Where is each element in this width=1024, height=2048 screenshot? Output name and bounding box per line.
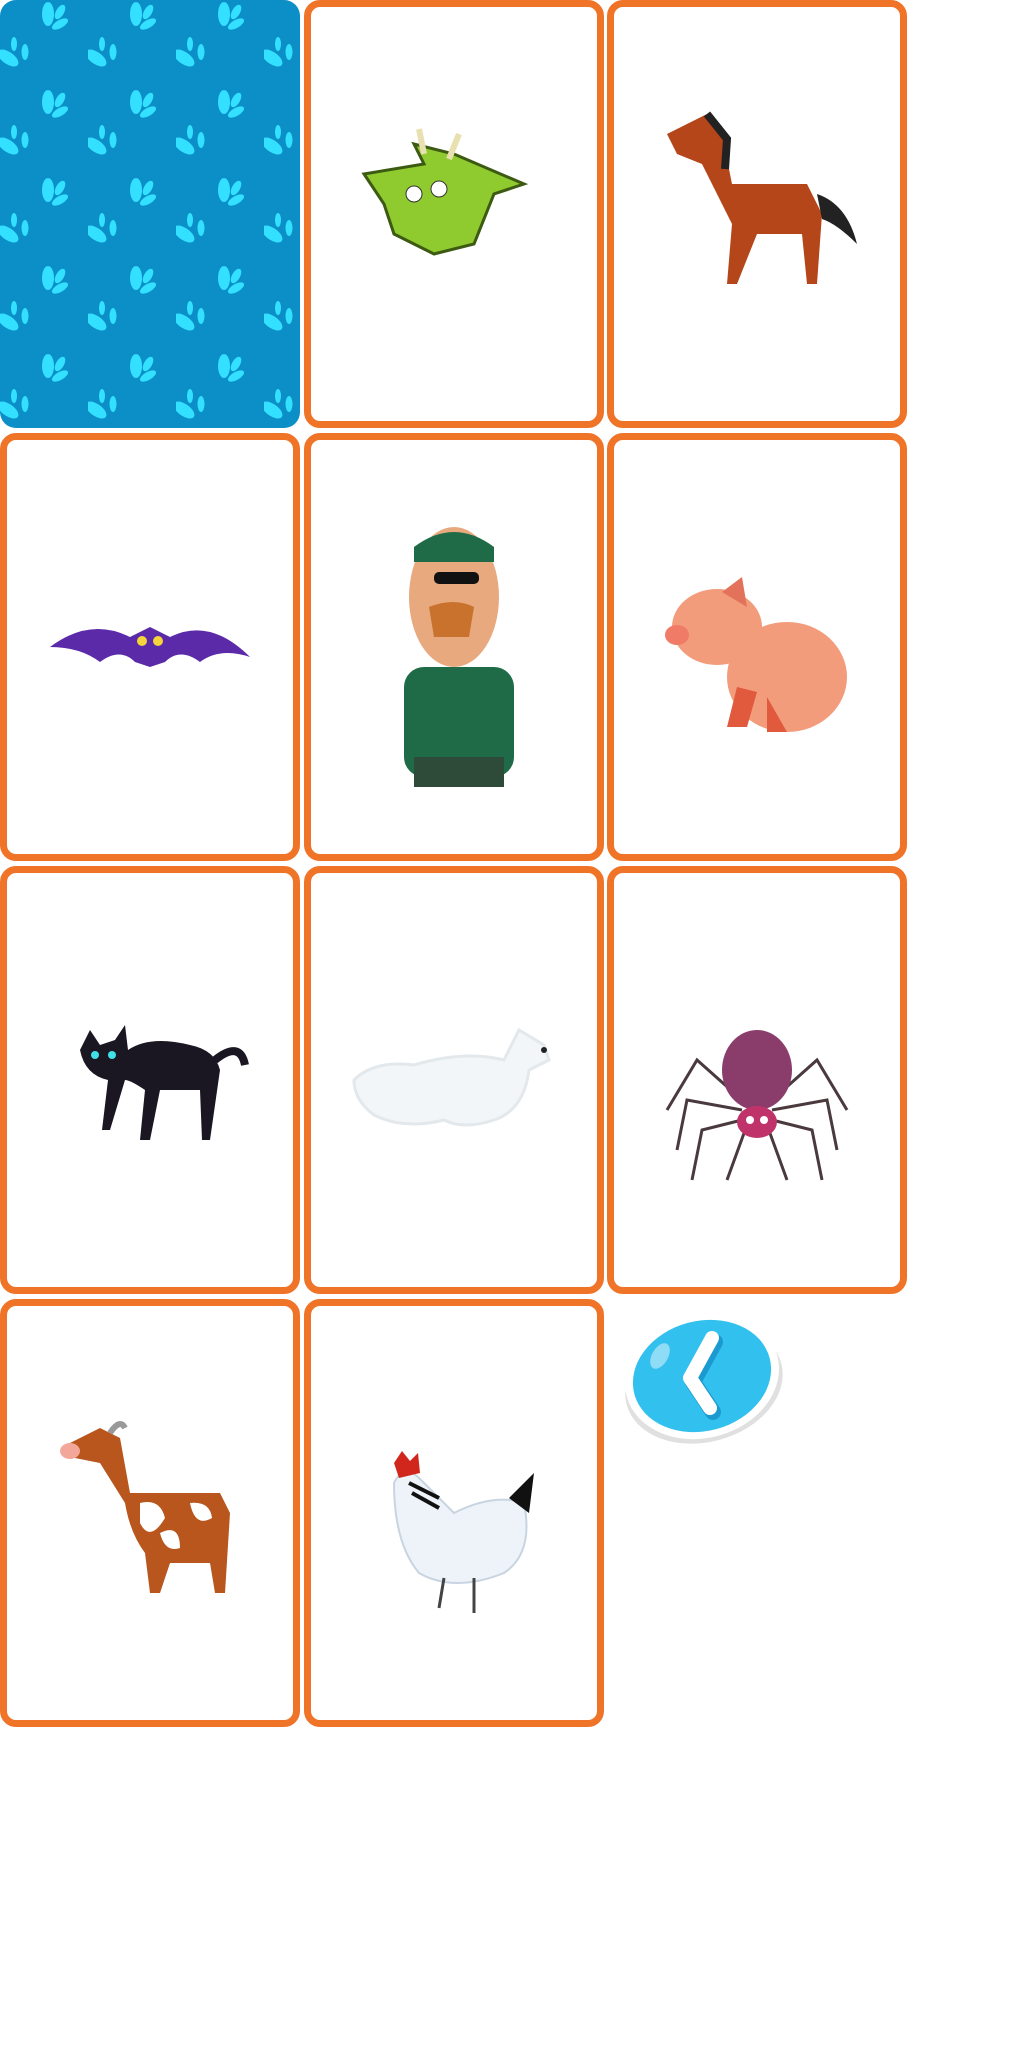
- hen-icon: [392, 1451, 534, 1613]
- leaf-pattern-icon: [0, 0, 300, 428]
- card-face-down[interactable]: [0, 0, 300, 428]
- back-button[interactable]: [622, 1308, 786, 1448]
- ghost-dog-icon: [352, 1027, 551, 1127]
- card-cow[interactable]: [0, 1299, 300, 1727]
- pig-icon: [665, 577, 847, 732]
- dragon-icon: [361, 128, 529, 256]
- bat-icon: [50, 627, 250, 667]
- card-dragon[interactable]: [304, 0, 604, 428]
- cow-icon: [60, 1421, 230, 1593]
- card-pig[interactable]: [607, 433, 907, 861]
- spider-icon: [665, 1030, 849, 1181]
- chevron-left-icon: [624, 1312, 783, 1444]
- horse-icon: [667, 111, 857, 284]
- card-horse[interactable]: [607, 0, 907, 428]
- card-hen[interactable]: [304, 1299, 604, 1727]
- man-with-bandana-icon: [404, 527, 514, 787]
- card-ghost-dog[interactable]: [304, 866, 604, 1294]
- card-spider[interactable]: [607, 866, 907, 1294]
- card-man-with-bandana[interactable]: [304, 433, 604, 861]
- card-bat[interactable]: [0, 433, 300, 861]
- black-cat-icon: [80, 1025, 249, 1140]
- card-black-cat[interactable]: [0, 866, 300, 1294]
